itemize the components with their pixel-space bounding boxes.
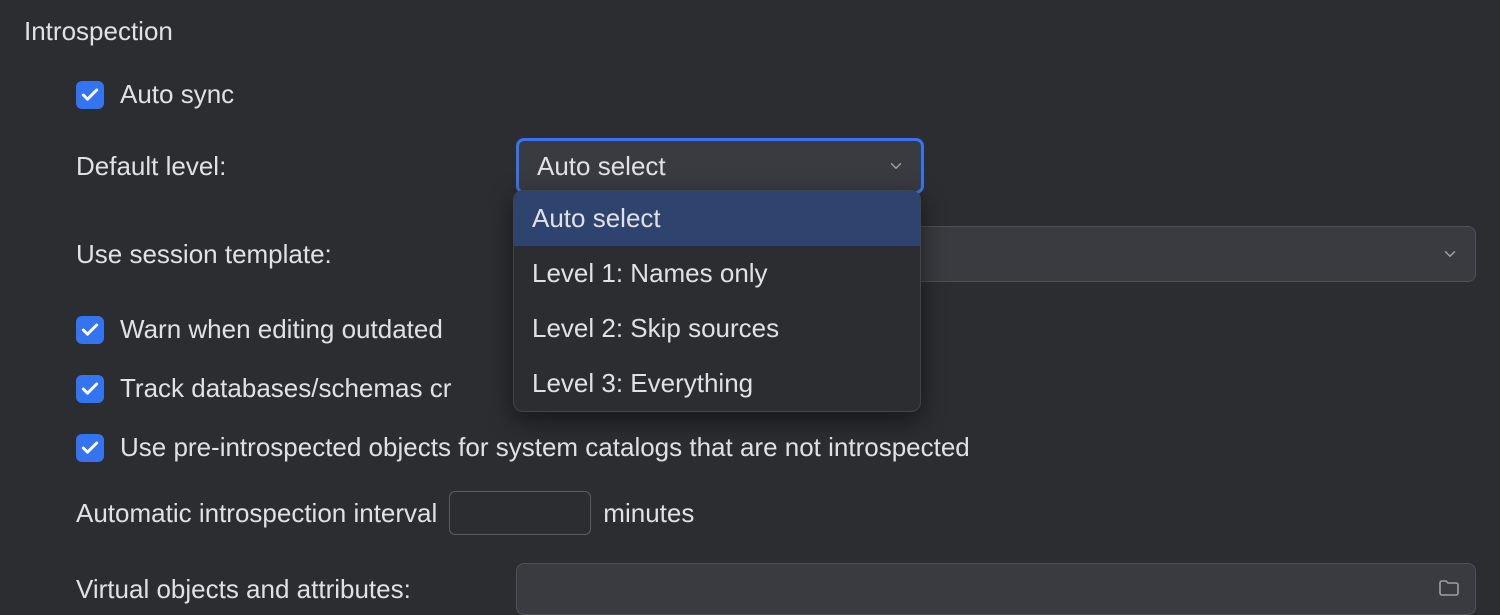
check-icon: [80, 320, 100, 340]
chevron-down-icon: [887, 157, 905, 175]
interval-input[interactable]: [449, 491, 591, 535]
auto-sync-label: Auto sync: [120, 79, 234, 110]
section-title: Introspection: [24, 16, 1476, 47]
check-icon: [80, 438, 100, 458]
dropdown-option-level-1[interactable]: Level 1: Names only: [514, 246, 920, 301]
folder-icon[interactable]: [1437, 577, 1461, 601]
dropdown-option-level-3[interactable]: Level 3: Everything: [514, 356, 920, 411]
default-level-dropdown[interactable]: Auto select: [516, 138, 924, 194]
dropdown-option-auto-select[interactable]: Auto select: [514, 191, 920, 246]
warn-outdated-checkbox[interactable]: [76, 316, 104, 344]
default-level-value: Auto select: [537, 151, 666, 182]
dropdown-option-level-2[interactable]: Level 2: Skip sources: [514, 301, 920, 356]
auto-sync-checkbox[interactable]: [76, 81, 104, 109]
track-schemas-label: Track databases/schemas cr: [120, 373, 451, 404]
virtual-objects-input[interactable]: [516, 563, 1476, 615]
pre-introspected-checkbox[interactable]: [76, 434, 104, 462]
interval-label: Automatic introspection interval: [76, 498, 437, 529]
track-schemas-checkbox[interactable]: [76, 375, 104, 403]
check-icon: [80, 85, 100, 105]
check-icon: [80, 379, 100, 399]
interval-unit: minutes: [603, 498, 694, 529]
pre-introspected-label: Use pre-introspected objects for system …: [120, 432, 970, 463]
warn-outdated-label: Warn when editing outdated: [120, 314, 443, 345]
default-level-dropdown-menu: Auto select Level 1: Names only Level 2:…: [513, 190, 921, 412]
chevron-down-icon: [1441, 245, 1459, 263]
default-level-label: Default level:: [76, 151, 516, 182]
session-template-label: Use session template:: [76, 239, 516, 270]
